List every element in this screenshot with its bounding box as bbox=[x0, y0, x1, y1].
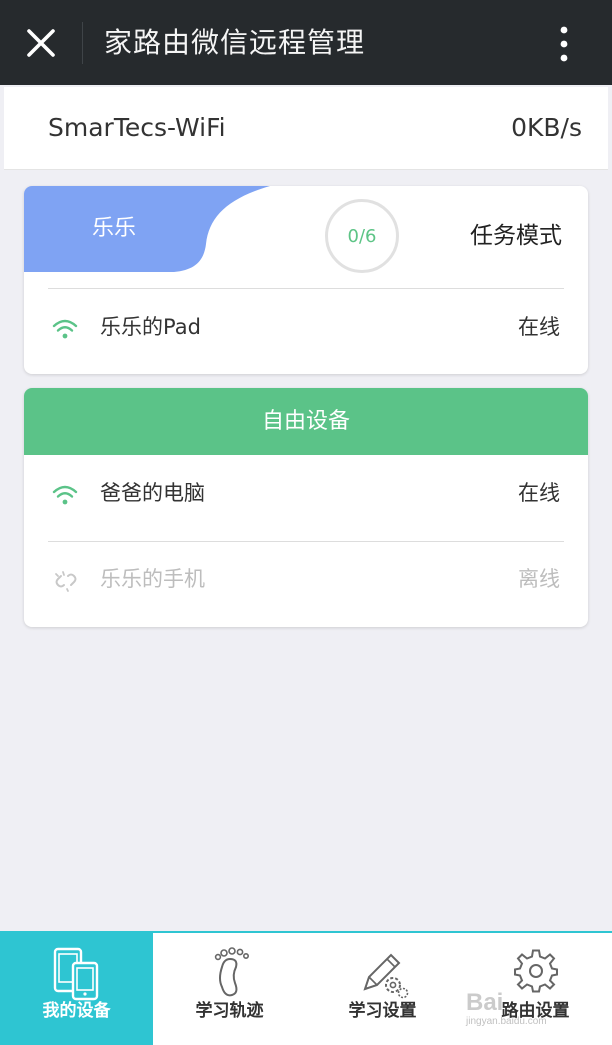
wifi-ssid: SmarTecs-WiFi bbox=[48, 113, 226, 142]
router-status-bar: SmarTecs-WiFi 0KB/s bbox=[4, 87, 608, 170]
title-divider bbox=[82, 22, 83, 64]
devices-icon bbox=[53, 947, 98, 1001]
tab-label: 学习轨迹 bbox=[195, 1001, 264, 1021]
mode-label[interactable]: 任务模式 bbox=[470, 220, 562, 252]
more-vertical-icon[interactable] bbox=[548, 22, 580, 66]
divider bbox=[48, 288, 564, 289]
device-name: 乐乐的Pad bbox=[100, 315, 201, 339]
divider bbox=[48, 541, 564, 542]
watermark: Bai jingyan.baidu.com bbox=[466, 990, 586, 1040]
watermark-sub: jingyan.baidu.com bbox=[466, 1016, 547, 1027]
free-devices-card: 自由设备 爸爸的电脑 在线 乐乐的手机 离线 bbox=[24, 388, 588, 627]
pencil-gear-icon bbox=[362, 953, 408, 999]
tab-learning-track[interactable]: 学习轨迹 bbox=[153, 933, 306, 1045]
device-status: 在线 bbox=[518, 315, 560, 339]
device-status: 在线 bbox=[518, 481, 560, 505]
title-bar: 家路由微信远程管理 bbox=[0, 0, 612, 85]
watermark-text: Bai bbox=[466, 989, 504, 1016]
tab-learning-settings[interactable]: 学习设置 bbox=[306, 933, 459, 1045]
device-row[interactable]: 乐乐的Pad 在线 bbox=[24, 297, 588, 361]
device-row[interactable]: 乐乐的手机 离线 bbox=[24, 549, 588, 613]
broken-link-icon bbox=[55, 571, 77, 592]
task-progress-ring[interactable]: 0/6 bbox=[325, 199, 399, 273]
footprint-icon bbox=[214, 947, 249, 997]
free-devices-header[interactable]: 自由设备 bbox=[24, 388, 588, 455]
device-status: 离线 bbox=[518, 567, 560, 591]
task-mode-card: 乐乐 0/6 任务模式 乐乐的Pad 在线 bbox=[24, 186, 588, 374]
page-title: 家路由微信远程管理 bbox=[104, 26, 366, 59]
tab-my-devices[interactable]: 我的设备 bbox=[0, 933, 153, 1045]
tab-label: 我的设备 bbox=[42, 1001, 111, 1021]
device-name: 乐乐的手机 bbox=[100, 567, 205, 591]
wifi-icon bbox=[52, 319, 78, 339]
owner-banner bbox=[24, 186, 270, 272]
network-speed: 0KB/s bbox=[511, 113, 582, 142]
owner-name[interactable]: 乐乐 bbox=[92, 214, 136, 244]
close-icon[interactable] bbox=[24, 26, 58, 60]
device-name: 爸爸的电脑 bbox=[100, 481, 205, 505]
device-row[interactable]: 爸爸的电脑 在线 bbox=[24, 463, 588, 527]
wifi-icon bbox=[52, 485, 78, 505]
task-progress-text: 0/6 bbox=[347, 225, 377, 247]
tab-label: 学习设置 bbox=[348, 1001, 417, 1021]
